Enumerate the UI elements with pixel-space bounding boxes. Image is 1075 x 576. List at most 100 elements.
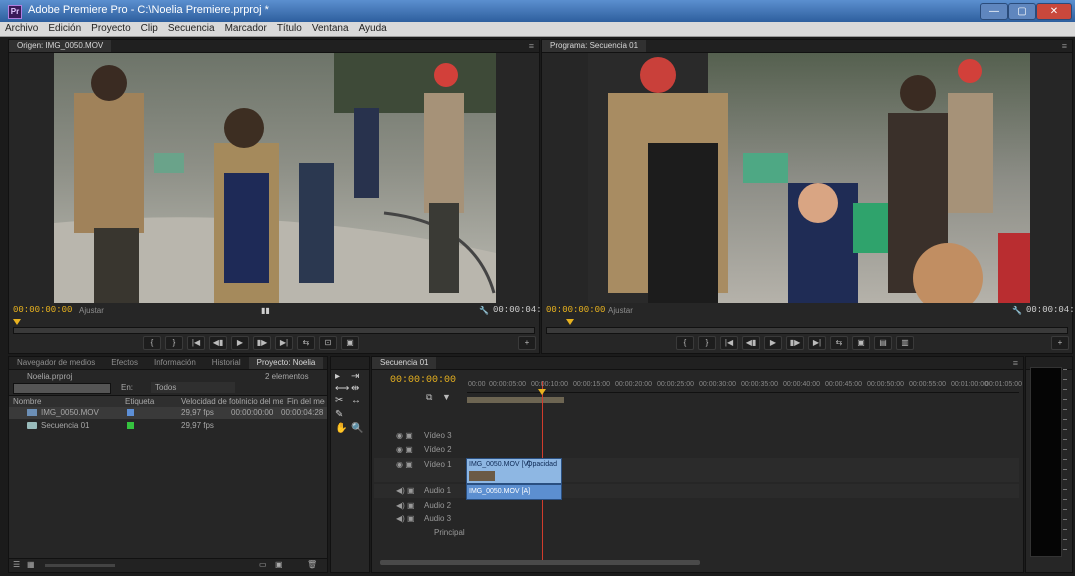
track-speaker-icon[interactable]: ◀) ▣ bbox=[396, 501, 415, 510]
snap-icon[interactable]: ⧉ bbox=[426, 392, 432, 403]
program-mark-out-button[interactable]: } bbox=[698, 336, 716, 350]
slip-tool-icon[interactable]: ↔ bbox=[351, 395, 361, 406]
source-fit-dropdown[interactable]: Ajustar bbox=[79, 306, 104, 315]
new-item-icon[interactable]: ▣ bbox=[275, 560, 283, 569]
project-search-input[interactable] bbox=[13, 383, 111, 394]
delete-icon[interactable]: 🗑 bbox=[307, 560, 317, 569]
pen-tool-icon[interactable]: ✎ bbox=[335, 409, 343, 420]
program-step-back-button[interactable]: ◀▮ bbox=[742, 336, 760, 350]
step-back-button[interactable]: ◀▮ bbox=[209, 336, 227, 350]
timeline-timecode[interactable]: 00:00:00:00 bbox=[390, 375, 456, 386]
tab-info[interactable]: Información bbox=[146, 357, 204, 369]
col-name[interactable]: Nombre bbox=[13, 396, 41, 407]
ripple-edit-tool-icon[interactable]: ⟷ bbox=[335, 383, 349, 394]
tab-source[interactable]: Origen: IMG_0050.MOV bbox=[9, 40, 112, 52]
tab-sequence-01[interactable]: Secuencia 01 bbox=[372, 357, 437, 369]
hand-tool-icon[interactable]: ✋ bbox=[335, 423, 347, 434]
track-video-2[interactable]: ◉ ▣ Vídeo 2 bbox=[374, 444, 1019, 456]
menu-ventana[interactable]: Ventana bbox=[307, 22, 354, 36]
add-marker-icon[interactable]: ▼ bbox=[442, 392, 451, 402]
col-frame-rate[interactable]: Velocidad de fotogramas bbox=[181, 396, 239, 407]
program-safe-margins-button[interactable]: ▥ bbox=[896, 336, 914, 350]
program-timecode-current[interactable]: 00:00:00:00 bbox=[546, 305, 605, 315]
source-timecode-current[interactable]: 00:00:00:00 bbox=[13, 305, 72, 315]
track-speaker-icon[interactable]: ◀) ▣ bbox=[396, 514, 415, 523]
program-go-to-in-button[interactable]: |◀ bbox=[720, 336, 738, 350]
program-scrub-bar[interactable] bbox=[546, 327, 1068, 334]
program-go-to-out-button[interactable]: ▶| bbox=[808, 336, 826, 350]
maximize-button[interactable]: ▢ bbox=[1008, 3, 1036, 20]
razor-tool-icon[interactable]: ✂ bbox=[335, 395, 343, 406]
menu-marcador[interactable]: Marcador bbox=[220, 22, 272, 36]
tab-effects[interactable]: Efectos bbox=[103, 357, 146, 369]
tab-media-browser[interactable]: Navegador de medios bbox=[9, 357, 103, 369]
zoom-slider[interactable] bbox=[45, 564, 115, 567]
step-forward-button[interactable]: ▮▶ bbox=[253, 336, 271, 350]
program-playhead-marker[interactable] bbox=[566, 319, 574, 325]
list-view-icon[interactable]: ☰ bbox=[13, 560, 20, 569]
go-to-in-button[interactable]: |◀ bbox=[187, 336, 205, 350]
selection-tool-icon[interactable]: ▸ bbox=[335, 371, 340, 382]
source-playhead-marker[interactable] bbox=[13, 319, 21, 325]
extract-button[interactable]: ▣ bbox=[852, 336, 870, 350]
rolling-edit-tool-icon[interactable]: ⇹ bbox=[351, 383, 359, 394]
program-mark-in-button[interactable]: { bbox=[676, 336, 694, 350]
minimize-button[interactable]: — bbox=[980, 3, 1008, 20]
program-fit-dropdown[interactable]: Ajustar bbox=[608, 306, 633, 315]
new-bin-icon[interactable]: ▭ bbox=[259, 560, 267, 569]
menu-clip[interactable]: Clip bbox=[136, 22, 163, 36]
program-step-forward-button[interactable]: ▮▶ bbox=[786, 336, 804, 350]
menu-secuencia[interactable]: Secuencia bbox=[163, 22, 220, 36]
track-visibility-icon[interactable]: ◉ ▣ bbox=[396, 431, 413, 440]
go-to-out-button[interactable]: ▶| bbox=[275, 336, 293, 350]
panel-menu-icon[interactable]: ≡ bbox=[1013, 357, 1018, 369]
mark-in-button[interactable]: { bbox=[143, 336, 161, 350]
menu-archivo[interactable]: Archivo bbox=[0, 22, 43, 36]
video-clip[interactable]: IMG_0050.MOV [V] Opacidad bbox=[466, 458, 562, 484]
menu-proyecto[interactable]: Proyecto bbox=[86, 22, 135, 36]
track-master[interactable]: Principal bbox=[374, 527, 1019, 539]
program-play-button[interactable]: ▶ bbox=[764, 336, 782, 350]
track-name: Vídeo 1 bbox=[424, 460, 452, 469]
track-speaker-icon[interactable]: ◀) ▣ bbox=[396, 486, 415, 495]
panel-menu-icon[interactable]: ≡ bbox=[1062, 40, 1067, 52]
track-visibility-icon[interactable]: ◉ ▣ bbox=[396, 460, 413, 469]
source-scrub-bar[interactable] bbox=[13, 327, 535, 334]
menu-titulo[interactable]: Título bbox=[272, 22, 307, 36]
export-frame-button[interactable]: ▣ bbox=[341, 336, 359, 350]
program-export-frame-button[interactable]: ▤ bbox=[874, 336, 892, 350]
col-media-start[interactable]: Inicio del medio bbox=[239, 396, 283, 407]
col-media-end[interactable]: Fin del medio bbox=[287, 396, 325, 407]
tab-program[interactable]: Programa: Secuencia 01 bbox=[542, 40, 647, 52]
menu-ayuda[interactable]: Ayuda bbox=[354, 22, 392, 36]
lift-button[interactable]: ⇆ bbox=[830, 336, 848, 350]
tab-project[interactable]: Proyecto: Noelia bbox=[248, 357, 324, 369]
program-add-button[interactable]: + bbox=[1051, 336, 1069, 350]
track-visibility-icon[interactable]: ◉ ▣ bbox=[396, 445, 413, 454]
source-add-button[interactable]: + bbox=[518, 336, 536, 350]
list-item[interactable]: IMG_0050.MOV 29,97 fps 00:00:00:00 00:00… bbox=[9, 407, 327, 419]
program-wrench-icon[interactable]: 🔧 bbox=[1012, 306, 1022, 315]
close-button[interactable]: ✕ bbox=[1036, 3, 1072, 20]
track-audio-3[interactable]: ◀) ▣ Audio 3 bbox=[374, 513, 1019, 525]
list-item[interactable]: Secuencia 01 29,97 fps bbox=[9, 420, 327, 432]
play-button[interactable]: ▶ bbox=[231, 336, 249, 350]
playhead-handle[interactable] bbox=[538, 389, 546, 395]
audio-clip[interactable]: IMG_0050.MOV [A] bbox=[466, 484, 562, 500]
col-label[interactable]: Etiqueta bbox=[125, 396, 154, 407]
search-in-dropdown[interactable]: Todos bbox=[151, 382, 235, 393]
icon-view-icon[interactable]: ▦ bbox=[27, 560, 35, 569]
timeline-horizontal-scrollbar[interactable] bbox=[380, 560, 700, 565]
overwrite-button[interactable]: ⊡ bbox=[319, 336, 337, 350]
menu-edicion[interactable]: Edición bbox=[43, 22, 86, 36]
track-audio-2[interactable]: ◀) ▣ Audio 2 bbox=[374, 500, 1019, 512]
track-video-3[interactable]: ◉ ▣ Vídeo 3 bbox=[374, 430, 1019, 442]
track-select-tool-icon[interactable]: ⇥ bbox=[351, 371, 359, 382]
panel-menu-icon[interactable]: ≡ bbox=[529, 40, 534, 52]
insert-button[interactable]: ⇆ bbox=[297, 336, 315, 350]
tab-history[interactable]: Historial bbox=[204, 357, 249, 369]
work-area-bar[interactable] bbox=[467, 397, 564, 403]
zoom-tool-icon[interactable]: 🔍 bbox=[351, 423, 363, 434]
source-wrench-icon[interactable]: 🔧 bbox=[479, 306, 489, 315]
mark-out-button[interactable]: } bbox=[165, 336, 183, 350]
